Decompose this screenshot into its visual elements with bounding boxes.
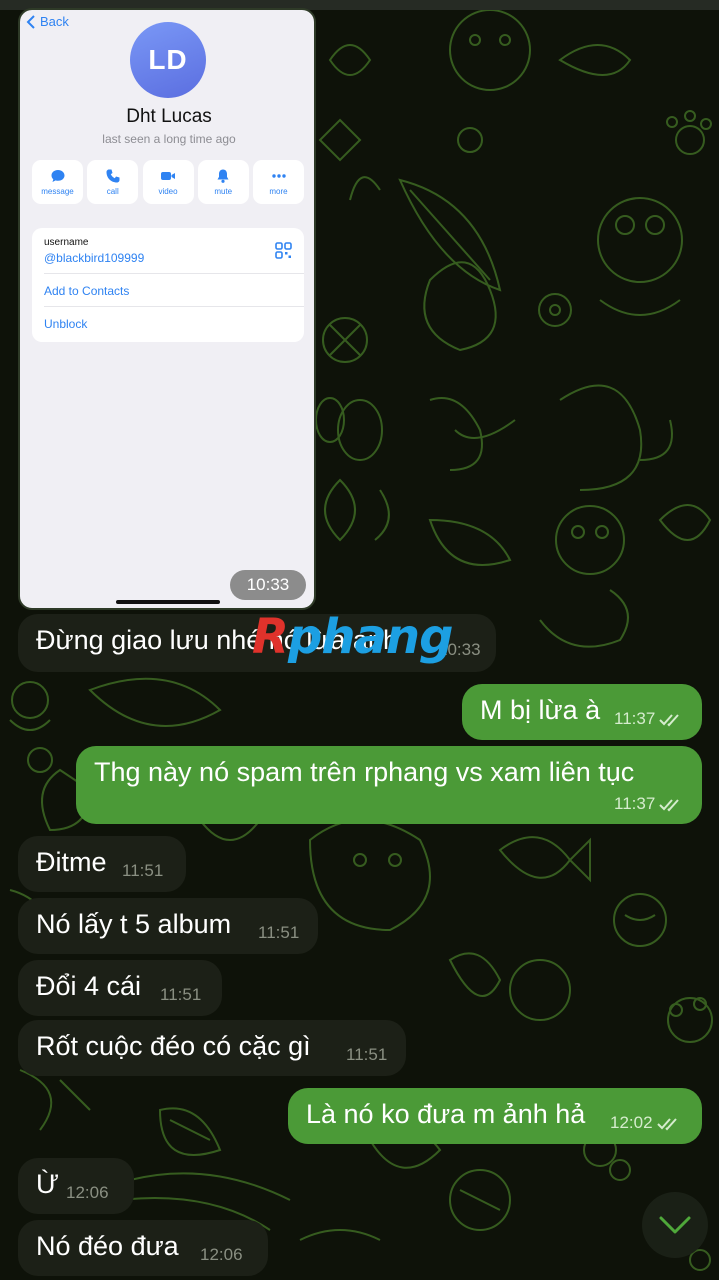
chevron-left-icon: [26, 14, 35, 29]
message-bubble-incoming[interactable]: Ừ 12:06: [18, 1158, 134, 1214]
profile-screenshot-image[interactable]: Back LD Dht Lucas last seen a long time …: [18, 8, 316, 610]
message-bubble-outgoing[interactable]: M bị lừa à 11:37: [462, 684, 702, 740]
avatar: LD: [130, 22, 206, 98]
scroll-to-bottom-button[interactable]: [642, 1192, 708, 1258]
add-to-contacts-link: Add to Contacts: [44, 284, 130, 298]
qr-code-icon: [275, 242, 292, 259]
message-text: Nó đéo đưa: [36, 1231, 179, 1261]
profile-info-card: username @blackbird109999 Add to Contact…: [32, 228, 304, 342]
username-row: username @blackbird109999: [44, 228, 304, 274]
message-bubble-incoming[interactable]: Đổi 4 cái 11:51: [18, 960, 222, 1016]
message-text: Đitme: [36, 847, 107, 877]
message-text: Ừ: [36, 1169, 60, 1199]
video-action-label: video: [158, 187, 178, 196]
message-text: Rốt cuộc đéo có cặc gì: [36, 1031, 311, 1061]
double-check-icon: [659, 798, 680, 811]
more-action: more: [253, 160, 304, 204]
rphang-watermark-logo: Rphang: [252, 609, 453, 665]
username-value: @blackbird109999: [44, 251, 145, 265]
message-time: 12:06: [66, 1183, 109, 1202]
username-label: username: [44, 237, 89, 248]
message-text: Là nó ko đưa m ảnh hả: [306, 1099, 586, 1129]
unblock-link: Unblock: [44, 317, 88, 331]
message-time: 11:51: [258, 923, 300, 942]
message-time: 11:37: [614, 709, 683, 729]
message-bubble-incoming[interactable]: Nó đéo đưa 12:06: [18, 1220, 268, 1276]
message-time: 12:06: [200, 1245, 243, 1264]
message-bubble-outgoing[interactable]: Thg này nó spam trên rphang vs xam liên …: [76, 746, 702, 824]
message-bubble-outgoing[interactable]: Là nó ko đưa m ảnh hả 12:02: [288, 1088, 702, 1144]
message-text: Thg này nó spam trên rphang vs xam liên …: [94, 757, 635, 787]
message-action: message: [32, 160, 83, 204]
message-text: Nó lấy t 5 album: [36, 909, 232, 939]
double-check-icon: [659, 713, 680, 726]
profile-name: Dht Lucas: [126, 106, 212, 127]
video-icon: [161, 172, 175, 180]
video-action: video: [142, 160, 194, 204]
message-time: 11:51: [122, 861, 164, 880]
call-action: call: [87, 160, 139, 204]
back-label: Back: [40, 14, 69, 29]
photo-timestamp: 10:33: [230, 570, 306, 600]
message-time: 11:51: [346, 1045, 388, 1064]
chevron-down-icon: [659, 1216, 691, 1234]
more-action-label: more: [269, 187, 288, 196]
more-icon: [271, 174, 286, 178]
profile-actions: message call video mute more: [32, 160, 304, 204]
mute-action-label: mute: [214, 187, 233, 196]
message-bubble-incoming[interactable]: Rốt cuộc đéo có cặc gì 11:51: [18, 1020, 406, 1076]
phone-icon: [106, 169, 120, 183]
mute-action: mute: [197, 160, 249, 204]
call-action-label: call: [106, 187, 119, 196]
bell-icon: [217, 169, 229, 183]
message-time: 12:02: [610, 1113, 681, 1133]
message-icon: [51, 170, 64, 182]
unblock-row: Unblock: [44, 307, 304, 342]
message-time: 11:51: [160, 985, 202, 1004]
message-action-label: message: [41, 187, 74, 196]
message-text: Đổi 4 cái: [36, 971, 142, 1001]
back-button: Back: [26, 14, 69, 29]
last-seen-status: last seen a long time ago: [102, 132, 236, 146]
home-indicator: [116, 600, 220, 604]
message-bubble-incoming[interactable]: Nó lấy t 5 album 11:51: [18, 898, 318, 954]
message-bubble-incoming[interactable]: Đitme 11:51: [18, 836, 186, 892]
double-check-icon: [656, 1117, 677, 1130]
add-contact-row: Add to Contacts: [44, 274, 304, 307]
message-text: M bị lừa à: [480, 695, 601, 725]
message-time: 11:37: [614, 794, 683, 814]
